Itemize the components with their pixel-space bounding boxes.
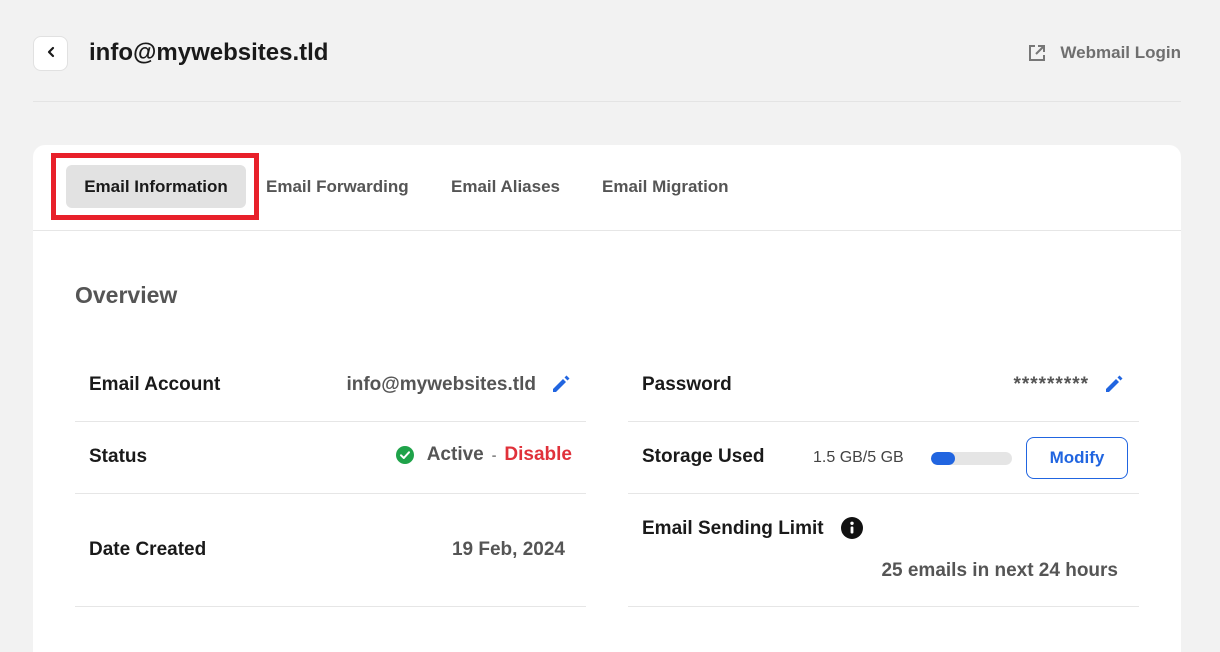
status-label: Status (89, 446, 148, 467)
status-row: Status Active - Disable (75, 422, 586, 494)
sending-limit-label: Email Sending Limit (642, 518, 824, 539)
chevron-left-icon (46, 45, 56, 63)
pencil-icon[interactable] (1103, 373, 1125, 400)
tab-email-aliases[interactable]: Email Aliases (451, 165, 560, 208)
tab-bar: Email Information Email Forwarding Email… (33, 145, 1181, 231)
password-label: Password (642, 374, 732, 395)
date-created-value: 19 Feb, 2024 (451, 539, 565, 560)
email-account-row: Email Account info@mywebsites.tld (75, 350, 586, 422)
sending-limit-row: Email Sending Limit 25 emails in next 24… (628, 494, 1139, 607)
sending-limit-value: 25 emails in next 24 hours (881, 560, 1118, 581)
status-separator: - (491, 447, 497, 463)
tab-email-forwarding[interactable]: Email Forwarding (266, 165, 409, 208)
check-circle-icon (395, 446, 414, 464)
external-link-icon (1027, 43, 1047, 63)
webmail-login-link[interactable]: Webmail Login (1027, 40, 1181, 66)
page-title: info@mywebsites.tld (89, 39, 329, 66)
storage-progress-fill (931, 452, 956, 465)
webmail-login-label: Webmail Login (1060, 43, 1181, 62)
storage-value: 1.5 GB/5 GB (813, 449, 904, 466)
email-details-card: Email Information Email Forwarding Email… (33, 145, 1181, 652)
email-account-value: info@mywebsites.tld (346, 374, 536, 395)
disable-link[interactable]: Disable (504, 444, 572, 466)
pencil-icon[interactable] (550, 373, 572, 400)
tab-email-migration[interactable]: Email Migration (602, 165, 729, 208)
storage-row: Storage Used 1.5 GB/5 GB Modify (628, 422, 1139, 494)
header-divider (33, 101, 1181, 102)
back-button[interactable] (33, 36, 68, 71)
email-account-label: Email Account (89, 374, 221, 395)
date-created-label: Date Created (89, 539, 207, 560)
storage-progress-bar (931, 452, 1012, 465)
status-value-group: Active - Disable (395, 444, 572, 466)
password-row: Password ********* (628, 350, 1139, 422)
status-active-text: Active (426, 444, 484, 465)
tab-email-information[interactable]: Email Information (66, 165, 246, 208)
password-value: ********* (1013, 374, 1089, 395)
info-icon[interactable] (841, 517, 863, 544)
storage-label: Storage Used (642, 446, 765, 467)
overview-title: Overview (75, 282, 178, 308)
modify-button[interactable]: Modify (1026, 437, 1128, 479)
date-created-row: Date Created 19 Feb, 2024 (75, 494, 586, 607)
